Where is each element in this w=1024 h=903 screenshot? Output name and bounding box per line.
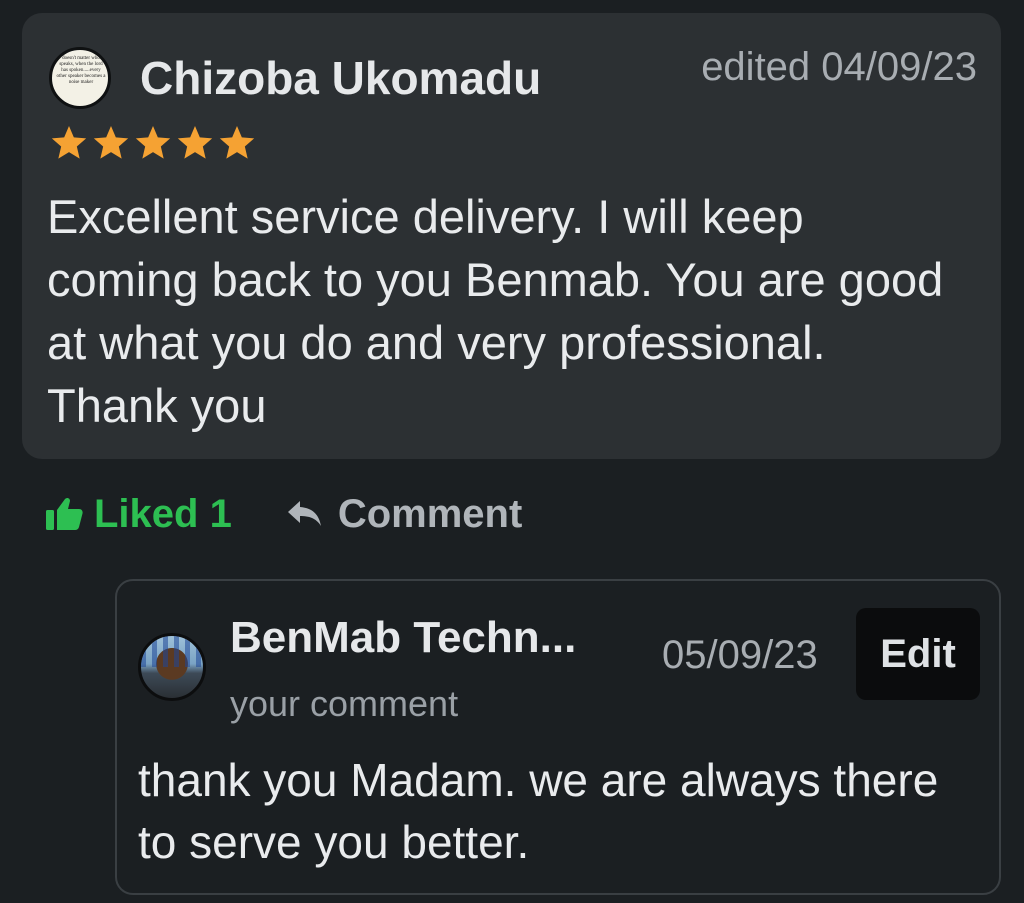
reply-card: BenMab Techn... 05/09/23 Edit your comme…: [115, 579, 1001, 895]
like-button[interactable]: Liked 1: [44, 492, 232, 537]
avatar-quote-text: doesn't matter who speaks, when the lord…: [56, 56, 106, 85]
star-icon: [93, 126, 129, 159]
replier-avatar[interactable]: [138, 633, 206, 701]
review-date: edited 04/09/23: [701, 45, 977, 89]
star-icon: [177, 126, 213, 159]
reviewer-name[interactable]: Chizoba Ukomadu: [140, 51, 541, 105]
edit-button[interactable]: Edit: [856, 608, 980, 700]
star-icon: [135, 126, 171, 159]
comment-button[interactable]: Comment: [286, 492, 522, 537]
star-rating: [49, 123, 257, 163]
review-card: doesn't matter who speaks, when the lord…: [22, 13, 1001, 459]
thumbs-up-icon: [46, 497, 83, 530]
review-text: Excellent service delivery. I will keep …: [47, 190, 944, 432]
comment-label: Comment: [337, 491, 523, 536]
star-icon: [219, 126, 255, 159]
review-thread: doesn't matter who speaks, when the lord…: [0, 0, 1024, 903]
reply-text: thank you Madam. we are always there to …: [138, 754, 939, 868]
avatar-background: [141, 636, 203, 667]
reply-arrow-icon: [287, 501, 321, 526]
reviewer-avatar[interactable]: doesn't matter who speaks, when the lord…: [49, 47, 111, 109]
reply-author-name[interactable]: BenMab Techn...: [230, 613, 576, 663]
reply-subtitle: your comment: [230, 683, 459, 724]
star-icon: [51, 126, 87, 159]
review-actions: Liked 1 Comment: [44, 486, 522, 542]
reply-date: 05/09/23: [662, 633, 818, 677]
like-label: Liked 1: [94, 491, 232, 536]
